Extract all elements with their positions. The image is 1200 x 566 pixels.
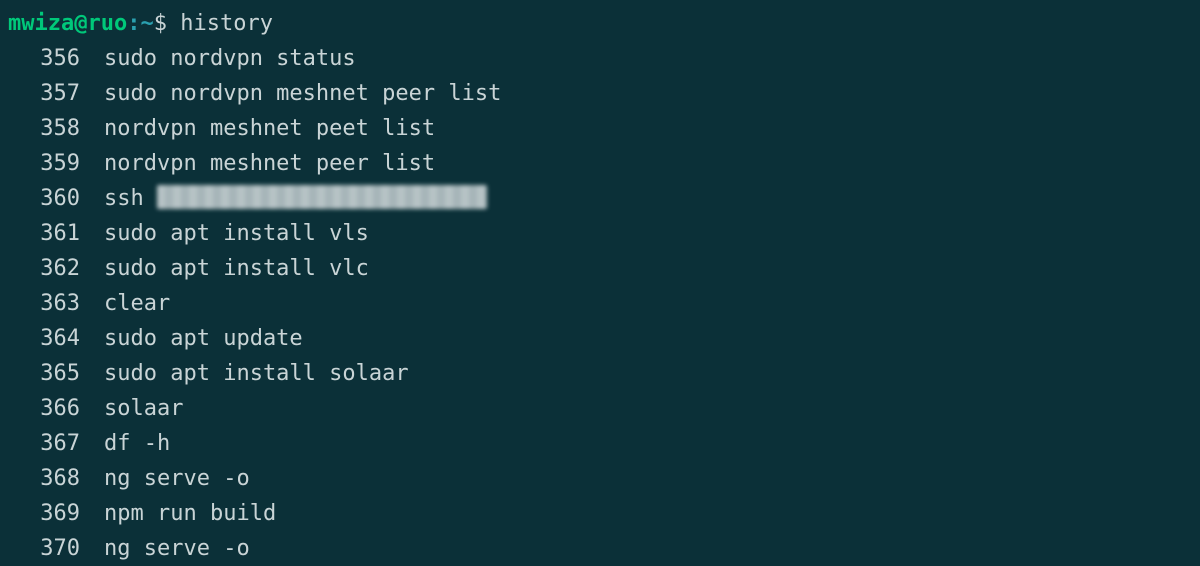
shell-prompt-line[interactable]: mwiza@ruo:~$ history (8, 6, 1200, 41)
history-command: ng serve -o (104, 466, 250, 491)
prompt-user-host: mwiza@ruo (8, 11, 127, 36)
history-number: 369 (8, 496, 80, 531)
history-command: sudo apt install vls (104, 221, 369, 246)
history-command: sudo nordvpn status (104, 46, 356, 71)
history-number: 367 (8, 426, 80, 461)
history-line: 356 sudo nordvpn status (8, 41, 1200, 76)
history-command: nordvpn meshnet peet list (104, 116, 435, 141)
history-command: nordvpn meshnet peer list (104, 151, 435, 176)
prompt-cwd: ~ (140, 11, 153, 36)
history-number: 359 (8, 146, 80, 181)
history-number: 366 (8, 391, 80, 426)
history-number: 370 (8, 531, 80, 566)
history-command: ssh (104, 186, 157, 211)
typed-command: history (180, 11, 273, 36)
history-command: df -h (104, 431, 170, 456)
history-line: 361 sudo apt install vls (8, 216, 1200, 251)
history-number: 363 (8, 286, 80, 321)
history-command: solaar (104, 396, 183, 421)
history-line: 369 npm run build (8, 496, 1200, 531)
history-number: 365 (8, 356, 80, 391)
history-line: 360 ssh (8, 181, 1200, 216)
history-number: 357 (8, 76, 80, 111)
history-number: 358 (8, 111, 80, 146)
history-line: 368 ng serve -o (8, 461, 1200, 496)
history-command: clear (104, 291, 170, 316)
history-number: 356 (8, 41, 80, 76)
history-command: ng serve -o (104, 536, 250, 561)
history-line: 359 nordvpn meshnet peer list (8, 146, 1200, 181)
history-number: 364 (8, 321, 80, 356)
history-output: 356 sudo nordvpn status 357 sudo nordvpn me… (8, 41, 1200, 566)
history-number: 362 (8, 251, 80, 286)
history-line: 367 df -h (8, 426, 1200, 461)
history-command: sudo nordvpn meshnet peer list (104, 81, 501, 106)
history-command: sudo apt install solaar (104, 361, 409, 386)
history-line: 364 sudo apt update (8, 321, 1200, 356)
history-command: npm run build (104, 501, 276, 526)
redacted-block (157, 185, 487, 209)
prompt-symbol: $ (154, 11, 167, 36)
history-number: 361 (8, 216, 80, 251)
history-line: 357 sudo nordvpn meshnet peer list (8, 76, 1200, 111)
history-number: 368 (8, 461, 80, 496)
history-line: 363 clear (8, 286, 1200, 321)
history-line: 365 sudo apt install solaar (8, 356, 1200, 391)
history-line: 370 ng serve -o (8, 531, 1200, 566)
history-command: sudo apt update (104, 326, 303, 351)
history-number: 360 (8, 181, 80, 216)
history-line: 366 solaar (8, 391, 1200, 426)
history-line: 362 sudo apt install vlc (8, 251, 1200, 286)
prompt-colon: : (127, 11, 140, 36)
history-command: sudo apt install vlc (104, 256, 369, 281)
history-line: 358 nordvpn meshnet peet list (8, 111, 1200, 146)
